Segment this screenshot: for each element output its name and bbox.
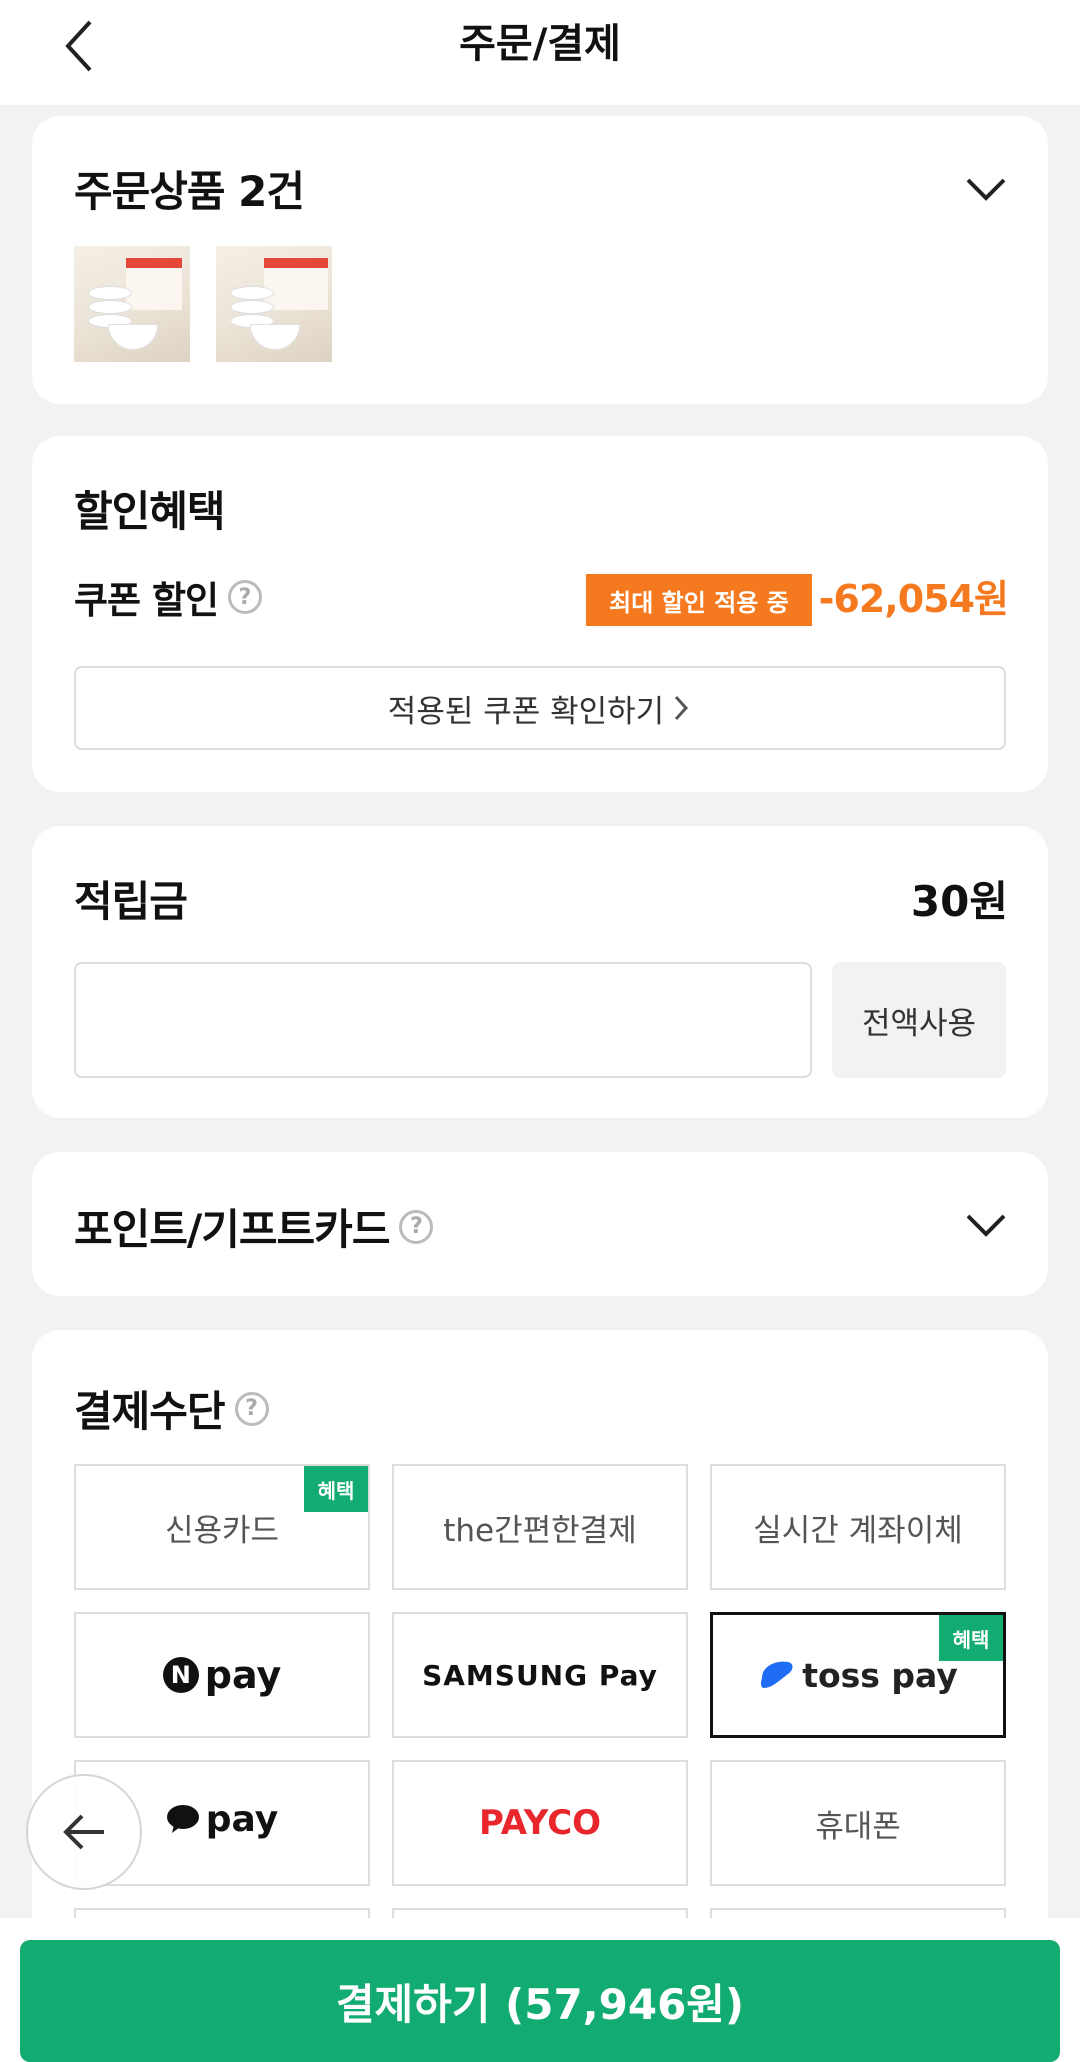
- chevron-down-icon[interactable]: [964, 1202, 1008, 1246]
- point-giftcard-title: 포인트/기프트카드: [74, 1205, 390, 1254]
- toss-pay-label: toss pay: [802, 1655, 958, 1695]
- order-items-card[interactable]: 주문상품 2건: [32, 116, 1048, 404]
- npay-label: pay: [204, 1653, 282, 1697]
- point-giftcard-title-row: 포인트/기프트카드 ?: [74, 1196, 434, 1257]
- pay-method-the-easy-pay[interactable]: the간편한결제: [392, 1464, 688, 1590]
- reward-points-balance: 30원: [910, 877, 1008, 926]
- discount-title: 할인혜택: [74, 487, 226, 536]
- use-all-button[interactable]: 전액사용: [832, 962, 1006, 1078]
- product-thumbnail-2[interactable]: [216, 246, 332, 362]
- reward-points-card: 적립금 30원 전액사용: [32, 826, 1048, 1118]
- pay-method-samsung-pay[interactable]: SAMSUNG Pay: [392, 1612, 688, 1738]
- toss-pay-logo: toss pay: [758, 1656, 958, 1695]
- reward-points-input[interactable]: [74, 962, 812, 1078]
- point-giftcard-card[interactable]: 포인트/기프트카드 ?: [32, 1152, 1048, 1296]
- pay-method-npay[interactable]: N pay: [74, 1612, 370, 1738]
- pay-method-credit-card[interactable]: 신용카드 혜택: [74, 1464, 370, 1590]
- check-coupon-label: 적용된 쿠폰 확인하기: [387, 693, 665, 730]
- chevron-down-icon[interactable]: [964, 166, 1008, 210]
- help-icon[interactable]: ?: [234, 1391, 269, 1426]
- reward-points-title: 적립금: [74, 877, 188, 926]
- payment-method-title-row: 결제수단 ?: [74, 1378, 269, 1439]
- chevron-right-icon: [675, 695, 689, 721]
- coupon-discount-amount: -62,054원: [818, 577, 1009, 621]
- the-easy-pay-label: the간편한결제: [443, 1512, 637, 1549]
- kakao-pay-label: pay: [205, 1798, 279, 1840]
- arrow-left-icon: [63, 1814, 104, 1850]
- coupon-discount-row: 쿠폰 할인 ?: [74, 570, 263, 624]
- coupon-discount-label: 쿠폰 할인: [74, 579, 219, 622]
- bottom-bar: 결제하기 (57,946원): [0, 1918, 1080, 2062]
- credit-card-label: 신용카드: [164, 1512, 280, 1549]
- discount-card: 할인혜택 쿠폰 할인 ? 최대 할인 적용 중 -62,054원 적용된 쿠폰 …: [32, 436, 1048, 792]
- samsung-pay-label: SAMSUNG Pay: [422, 1658, 658, 1692]
- top-header: 주문/결제: [0, 0, 1080, 105]
- pay-method-mobile[interactable]: 휴대폰: [710, 1760, 1006, 1886]
- help-icon[interactable]: ?: [399, 1209, 434, 1244]
- pay-method-toss-pay[interactable]: toss pay 혜택: [710, 1612, 1006, 1738]
- pay-method-bank-transfer[interactable]: 실시간 계좌이체: [710, 1464, 1006, 1590]
- submit-payment-button[interactable]: 결제하기 (57,946원): [20, 1940, 1060, 2062]
- help-icon[interactable]: ?: [228, 580, 263, 614]
- benefit-badge: 혜택: [304, 1466, 368, 1512]
- toss-logo-icon: [761, 1661, 793, 1688]
- npay-logo-icon: N pay: [162, 1653, 282, 1697]
- bank-transfer-label: 실시간 계좌이체: [753, 1512, 963, 1549]
- benefit-badge: 혜택: [939, 1615, 1003, 1661]
- page-title: 주문/결제: [459, 21, 621, 67]
- product-thumbnail-1[interactable]: [74, 246, 190, 362]
- payco-label: PAYCO: [478, 1803, 602, 1843]
- kakao-pay-logo: pay: [166, 1799, 278, 1840]
- speech-bubble-icon: [166, 1805, 199, 1833]
- pay-method-payco[interactable]: PAYCO: [392, 1760, 688, 1886]
- order-items-title: 주문상품 2건: [74, 167, 305, 216]
- check-coupon-button[interactable]: 적용된 쿠폰 확인하기: [74, 666, 1006, 750]
- payment-method-title: 결제수단: [74, 1387, 226, 1436]
- max-discount-badge: 최대 할인 적용 중: [586, 574, 812, 626]
- mobile-label: 휴대폰: [815, 1808, 901, 1845]
- floating-back-button[interactable]: [26, 1774, 142, 1890]
